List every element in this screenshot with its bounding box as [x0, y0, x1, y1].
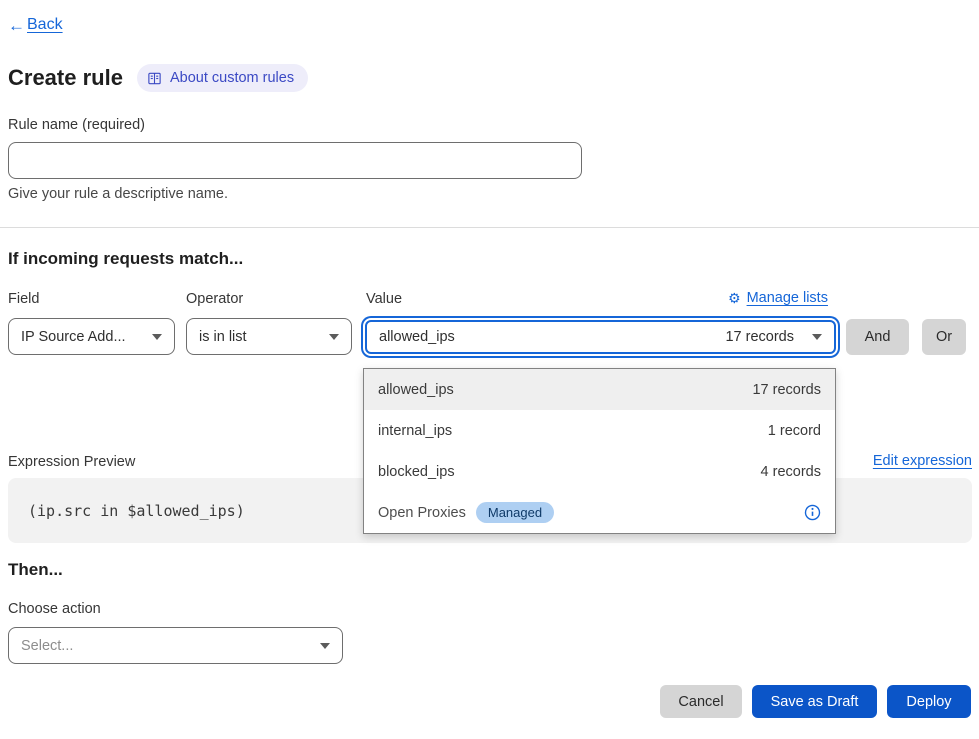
list-option-allowed-ips[interactable]: allowed_ips 17 records [364, 369, 835, 410]
list-option-record-count: 4 records [761, 464, 821, 480]
field-select-value: IP Source Add... [21, 329, 126, 345]
value-select-value: allowed_ips [379, 329, 455, 345]
list-option-name: blocked_ips [378, 464, 455, 480]
manage-lists-link[interactable]: ⚙ Manage lists [728, 290, 828, 306]
deploy-button[interactable]: Deploy [887, 685, 971, 718]
list-option-blocked-ips[interactable]: blocked_ips 4 records [364, 451, 835, 492]
back-link-label: Back [27, 16, 63, 34]
edit-expression-link[interactable]: Edit expression [873, 453, 972, 469]
chevron-down-icon [329, 334, 339, 340]
list-option-open-proxies[interactable]: Open Proxies Managed [364, 492, 835, 533]
and-button[interactable]: And [846, 319, 909, 355]
operator-select-value: is in list [199, 329, 247, 345]
title-row: Create rule About custom rules [8, 64, 308, 92]
gear-icon: ⚙ [728, 291, 741, 305]
list-option-record-count: 1 record [768, 423, 821, 439]
about-custom-rules-link[interactable]: About custom rules [137, 64, 308, 92]
operator-label: Operator [186, 291, 243, 307]
field-select[interactable]: IP Source Add... [8, 318, 175, 355]
back-link[interactable]: ← Back [8, 16, 63, 34]
list-option-name: allowed_ips [378, 382, 454, 398]
manage-lists-label: Manage lists [747, 290, 828, 306]
save-as-draft-button[interactable]: Save as Draft [752, 685, 877, 718]
chevron-down-icon [152, 334, 162, 340]
cancel-button[interactable]: Cancel [660, 685, 742, 718]
section-divider [0, 227, 979, 228]
list-option-internal-ips[interactable]: internal_ips 1 record [364, 410, 835, 451]
value-select-record-count: 17 records [725, 329, 794, 345]
chevron-down-icon [320, 643, 330, 649]
list-option-name: internal_ips [378, 423, 452, 439]
book-icon [147, 71, 162, 86]
value-select[interactable]: allowed_ips 17 records [365, 320, 836, 354]
create-rule-page: ← Back Create rule About custom rules Ru… [0, 0, 979, 739]
expression-preview-label: Expression Preview [8, 454, 135, 470]
about-custom-rules-label: About custom rules [170, 70, 294, 86]
rule-name-input[interactable] [8, 142, 582, 179]
info-icon[interactable] [804, 504, 821, 521]
expression-code: (ip.src in $allowed_ips) [8, 502, 245, 520]
page-title: Create rule [8, 65, 123, 91]
list-option-record-count: 17 records [752, 382, 821, 398]
choose-action-label: Choose action [8, 601, 101, 617]
action-select-placeholder: Select... [21, 638, 73, 654]
list-option-name: Open Proxies [378, 505, 466, 521]
back-arrow-icon: ← [8, 17, 25, 34]
then-section-heading: Then... [8, 560, 63, 580]
action-select[interactable]: Select... [8, 627, 343, 664]
managed-badge: Managed [476, 502, 554, 523]
operator-select[interactable]: is in list [186, 318, 352, 355]
or-button[interactable]: Or [922, 319, 966, 355]
field-label: Field [8, 291, 39, 307]
value-select-dropdown: allowed_ips 17 records internal_ips 1 re… [363, 368, 836, 534]
rule-name-helper-text: Give your rule a descriptive name. [8, 186, 228, 202]
match-section-heading: If incoming requests match... [8, 249, 243, 269]
rule-name-label: Rule name (required) [8, 117, 145, 133]
chevron-down-icon [812, 334, 822, 340]
value-label: Value [366, 291, 402, 307]
